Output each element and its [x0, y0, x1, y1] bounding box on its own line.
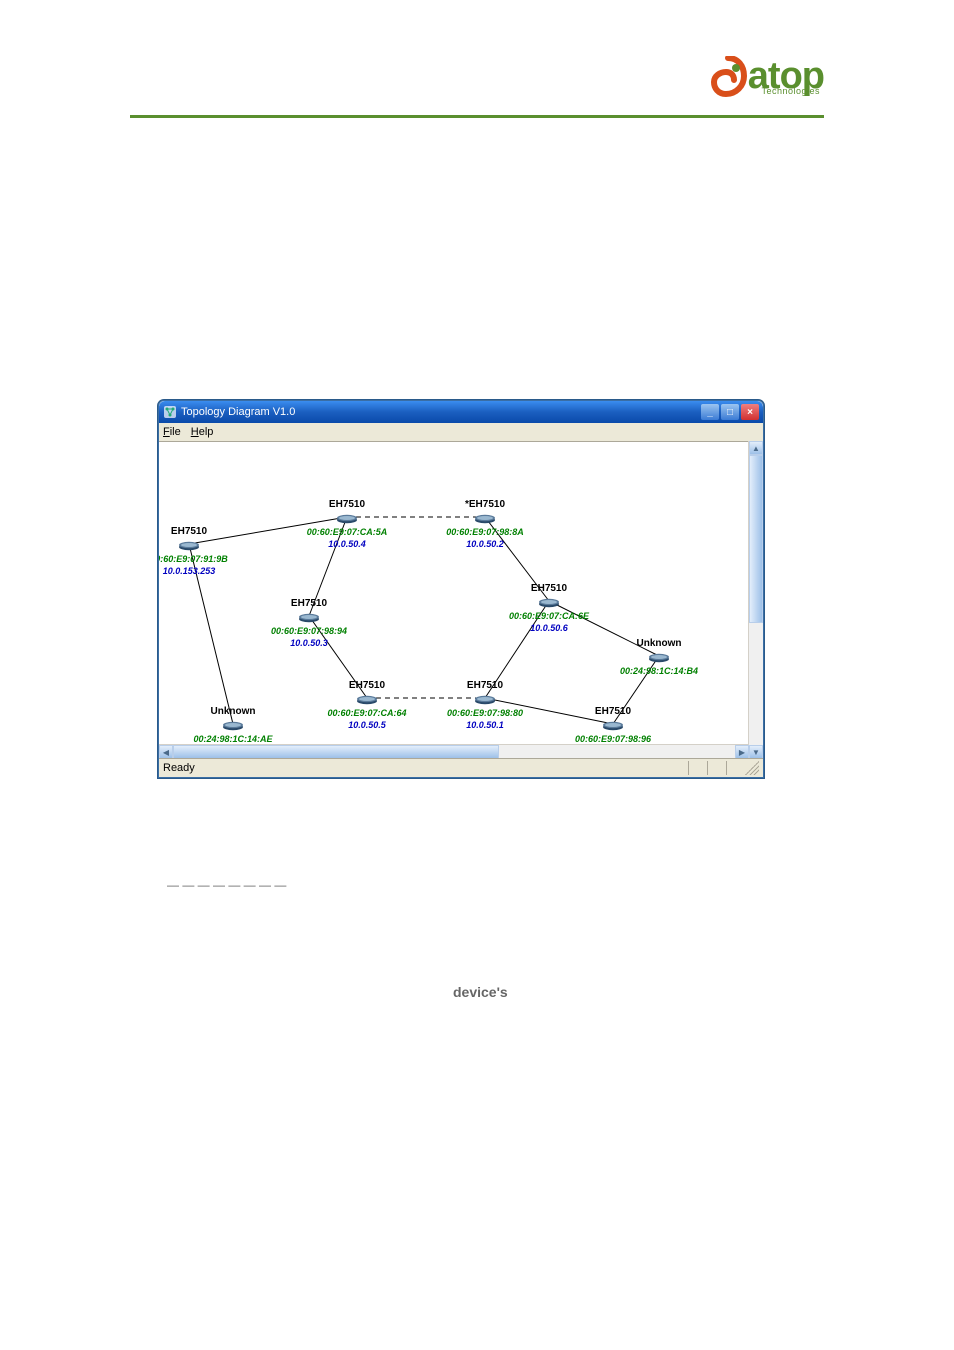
maximize-button[interactable]: □	[721, 404, 739, 420]
node-mac: 00:60:E9:07:CA:5A	[297, 526, 397, 538]
node-mac: 00:60:E9:07:98:80	[435, 707, 535, 719]
node-model: EH7510	[317, 680, 417, 692]
node-model: EH7510	[499, 583, 599, 595]
device-icon	[222, 720, 244, 731]
topology-node[interactable]: EH7510 00:60:E9:07:CA:6410.0.50.5	[317, 680, 417, 731]
node-model: Unknown	[183, 706, 283, 718]
page-bold-word: device's	[453, 984, 508, 1000]
node-mac: 00:60:E9:07:CA:6E	[499, 610, 599, 622]
node-model: EH7510	[297, 499, 397, 511]
node-mac: 00:60:E9:07:98:94	[259, 625, 359, 637]
device-icon	[356, 694, 378, 705]
device-icon	[602, 720, 624, 731]
menubar: File Help	[159, 423, 763, 442]
scroll-thumb-h[interactable]	[173, 745, 499, 759]
node-mac: 00:60:E9:07:91:9B	[159, 553, 239, 565]
device-icon	[474, 694, 496, 705]
close-button[interactable]: ×	[741, 404, 759, 420]
titlebar[interactable]: Topology Diagram V1.0 _ □ ×	[159, 401, 763, 423]
scroll-up-button[interactable]: ▲	[749, 441, 763, 455]
menu-file[interactable]: File	[163, 426, 181, 438]
node-ip: 10.0.50.4	[297, 538, 397, 550]
minimize-button[interactable]: _	[701, 404, 719, 420]
topology-node[interactable]: EH7510 00:60:E9:07:98:8010.0.50.1	[435, 680, 535, 731]
scroll-left-button[interactable]: ◀	[159, 745, 173, 759]
topology-node[interactable]: EH7510 00:60:E9:07:91:9B10.0.153.253	[159, 526, 239, 577]
top-rule	[130, 115, 824, 118]
node-model: EH7510	[159, 526, 239, 538]
node-model: EH7510	[259, 598, 359, 610]
device-icon	[538, 597, 560, 608]
statusbar: Ready	[159, 758, 763, 777]
device-icon	[474, 513, 496, 524]
scroll-right-button[interactable]: ▶	[735, 745, 749, 759]
topology-node[interactable]: Unknown 00:24:98:1C:14:AE	[183, 706, 283, 745]
topology-node[interactable]: Unknown 00:24:98:1C:14:B4	[609, 638, 709, 677]
node-mac: 00:24:98:1C:14:B4	[609, 665, 709, 677]
statusbar-cells	[688, 761, 745, 775]
node-model: *EH7510	[435, 499, 535, 511]
scroll-thumb-v[interactable]	[749, 455, 763, 623]
node-ip: 10.0.50.5	[317, 719, 417, 731]
window-title: Topology Diagram V1.0	[181, 406, 701, 418]
topology-node[interactable]: *EH7510 00:60:E9:07:98:8A10.0.50.2	[435, 499, 535, 550]
brand-subtext: Technologies	[761, 86, 820, 96]
status-text: Ready	[163, 762, 195, 774]
horizontal-scrollbar[interactable]: ◀ ▶	[159, 744, 749, 759]
node-mac: 00:60:E9:07:CA:64	[317, 707, 417, 719]
node-ip: 10.0.50.6	[499, 622, 599, 634]
scroll-track-h[interactable]	[173, 745, 735, 759]
node-model: EH7510	[563, 706, 663, 718]
scroll-down-button[interactable]: ▼	[749, 745, 763, 759]
vertical-scrollbar[interactable]: ▲ ▼	[748, 441, 763, 759]
scroll-track-v[interactable]	[749, 455, 763, 745]
topology-node[interactable]: EH7510 00:60:E9:07:98:9410.0.50.3	[259, 598, 359, 649]
brand-logo: atop Technologies	[708, 55, 824, 98]
device-icon	[648, 652, 670, 663]
menu-help[interactable]: Help	[191, 426, 214, 438]
device-icon	[298, 612, 320, 623]
node-ip: 10.0.50.1	[435, 719, 535, 731]
topology-node[interactable]: EH7510 00:60:E9:07:CA:6E10.0.50.6	[499, 583, 599, 634]
topology-window: Topology Diagram V1.0 _ □ × File Help EH…	[158, 400, 764, 778]
window-controls: _ □ ×	[701, 404, 759, 420]
topology-canvas[interactable]: EH7510 00:60:E9:07:91:9B10.0.153.253EH75…	[159, 442, 753, 758]
device-icon	[336, 513, 358, 524]
node-ip: 10.0.50.3	[259, 637, 359, 649]
node-model: Unknown	[609, 638, 709, 650]
page-dashes: — — — — — — — —	[167, 878, 286, 892]
node-model: EH7510	[435, 680, 535, 692]
brand-swirl-icon	[708, 56, 748, 98]
device-icon	[178, 540, 200, 551]
node-ip: 10.0.50.2	[435, 538, 535, 550]
resize-grip-icon[interactable]	[745, 761, 759, 775]
topology-node[interactable]: EH7510 00:60:E9:07:CA:5A10.0.50.4	[297, 499, 397, 550]
app-icon	[163, 405, 177, 419]
node-ip: 10.0.153.253	[159, 565, 239, 577]
node-mac: 00:60:E9:07:98:8A	[435, 526, 535, 538]
